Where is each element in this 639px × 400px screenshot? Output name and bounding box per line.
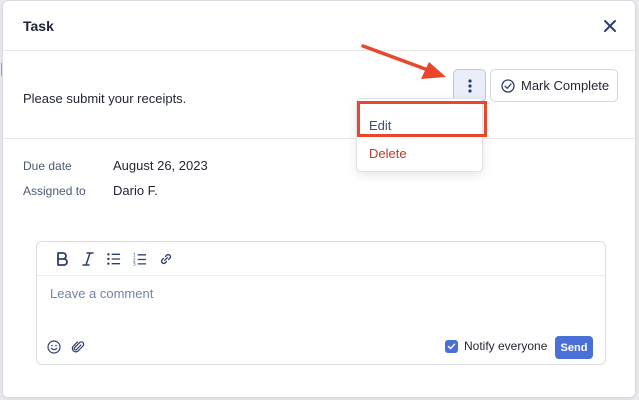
assigned-to-value: Dario F. (113, 183, 158, 198)
assigned-to-label: Assigned to (23, 184, 86, 198)
notify-checkbox[interactable] (445, 339, 458, 353)
bullet-list-icon (107, 252, 121, 265)
attach-button[interactable] (71, 340, 85, 359)
smiley-icon (47, 340, 61, 354)
task-description: Please submit your receipts. (23, 91, 187, 106)
due-date-value: August 26, 2023 (113, 158, 208, 173)
italic-button[interactable] (81, 251, 95, 267)
numbered-list-icon: 1 2 3 (133, 252, 147, 266)
task-modal: Task Please submit your receipts. Mark C… (2, 0, 636, 398)
bullet-list-button[interactable] (107, 251, 121, 267)
italic-icon (82, 251, 94, 266)
modal-header: Task (3, 1, 635, 51)
check-circle-icon (501, 78, 515, 93)
numbered-list-button[interactable]: 1 2 3 (133, 251, 147, 267)
modal-title: Task (23, 17, 54, 34)
due-date-label: Due date (23, 159, 72, 173)
vertical-ellipsis-icon (467, 78, 472, 93)
link-icon (161, 253, 171, 264)
task-row: Please submit your receipts. Mark Comple… (3, 51, 635, 139)
link-button[interactable] (159, 251, 173, 267)
notify-label: Notify everyone (464, 339, 548, 353)
checkmark-icon (447, 343, 456, 349)
formatting-toolbar: 1 2 3 (37, 242, 605, 276)
bold-button[interactable] (55, 251, 69, 267)
options-menu: Edit Delete (356, 98, 483, 172)
menu-item-delete[interactable]: Delete (369, 146, 407, 161)
emoji-button[interactable] (47, 340, 61, 359)
send-button[interactable]: Send (555, 336, 593, 359)
close-button[interactable] (599, 15, 621, 37)
bold-icon (57, 251, 68, 266)
paperclip-icon (71, 341, 85, 353)
comment-input[interactable] (50, 286, 590, 301)
notify-everyone: Notify everyone (445, 339, 547, 353)
close-icon (604, 19, 616, 32)
menu-item-edit[interactable]: Edit (369, 118, 391, 133)
mark-complete-label: Mark Complete (521, 78, 610, 93)
mark-complete-button[interactable]: Mark Complete (490, 69, 618, 102)
comment-editor: 1 2 3 Leave a comment Notify everyone Se… (36, 241, 606, 365)
svg-text:3: 3 (133, 261, 136, 265)
